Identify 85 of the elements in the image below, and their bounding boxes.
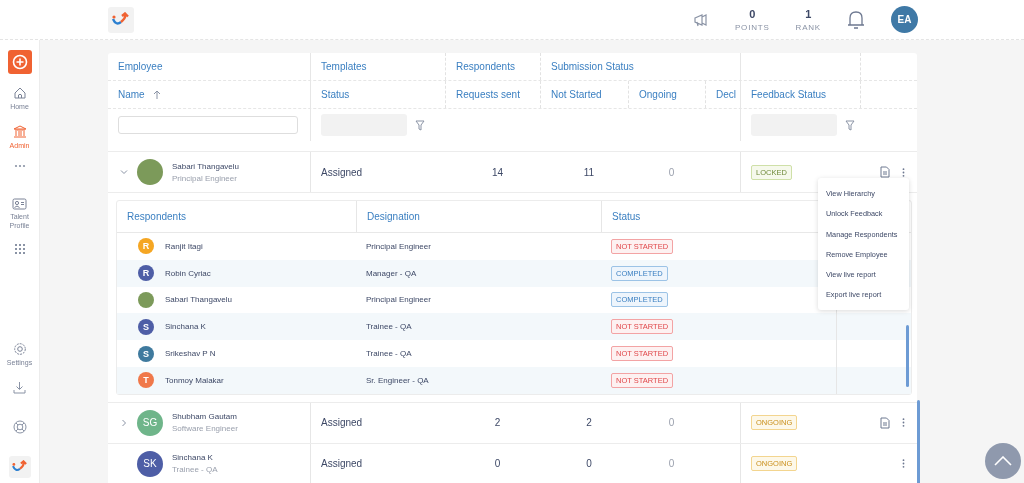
name-filter-field[interactable] [118, 116, 298, 134]
lifebuoy-icon[interactable] [12, 420, 27, 434]
requests-sent-count: 2 [494, 417, 501, 429]
download-icon[interactable] [13, 381, 26, 394]
column-group-header: Templates [310, 53, 445, 80]
respondent-name: Sabari Thangavelu [165, 295, 232, 305]
template-status: Assigned [321, 417, 363, 429]
points-label: POINTS [734, 22, 770, 32]
template-status: Assigned [321, 166, 363, 178]
chevron-up-icon[interactable] [994, 456, 1012, 466]
rank-label: RANK [795, 22, 821, 32]
scroll-to-top-button[interactable] [985, 443, 1021, 479]
not-started-count: 2 [586, 417, 592, 429]
column-header[interactable]: Feedback Status [740, 81, 860, 108]
column-header[interactable]: Ongoing [628, 81, 705, 108]
chevron-icon[interactable] [120, 168, 128, 176]
ongoing-count: 0 [668, 417, 675, 429]
document-icon[interactable] [880, 416, 890, 429]
designation: Trainee - QA [366, 322, 412, 332]
column-header[interactable]: Not Started [540, 81, 628, 108]
filter-icon[interactable] [415, 119, 425, 131]
employee-name[interactable]: Shubham Gautam [172, 412, 238, 422]
employee-name[interactable]: Sabari Thangavelu [172, 161, 239, 171]
column-group-header: Submission Status [540, 53, 740, 80]
more-options-icon[interactable] [902, 418, 905, 428]
respondent-name: Robin Cyriac [165, 268, 211, 278]
designation: Manager - QA [366, 268, 417, 278]
requests-sent-count: 14 [491, 166, 504, 178]
avatar: SK [137, 450, 163, 477]
more-icon[interactable] [13, 164, 26, 168]
designation: Sr. Engineer - QA [366, 375, 429, 385]
sort-ascending-icon[interactable] [152, 89, 161, 100]
user-avatar[interactable]: EA [891, 6, 918, 33]
chevron-icon[interactable] [120, 418, 128, 427]
employee-title: Principal Engineer [172, 173, 238, 183]
employee-title: Software Engineer [172, 424, 238, 434]
avatar: R [138, 238, 154, 255]
column-header[interactable]: Decl [705, 81, 740, 108]
document-icon[interactable] [880, 166, 890, 178]
megaphone-icon[interactable] [692, 11, 709, 28]
bell-icon[interactable] [847, 9, 865, 30]
scrollbar[interactable] [917, 400, 920, 483]
avatar: SG [137, 409, 163, 436]
home-icon[interactable] [12, 86, 27, 100]
avatar: S [138, 318, 154, 335]
avatar-photo-placeholder [137, 159, 163, 185]
not-started-count: 11 [583, 166, 595, 178]
grid-icon[interactable] [14, 244, 25, 254]
profile-card-icon[interactable] [12, 198, 27, 210]
designation: Principal Engineer [366, 241, 431, 251]
template-status: Assigned [321, 458, 363, 470]
scrollbar[interactable] [906, 325, 909, 387]
column-header[interactable]: Requests sent [445, 81, 540, 108]
more-options-icon[interactable] [902, 167, 905, 177]
avatar-photo-placeholder [138, 292, 154, 308]
column-header[interactable]: Name [108, 81, 310, 108]
designation: Trainee - QA [366, 349, 412, 359]
avatar: S [138, 345, 154, 362]
points-value: 0 [749, 7, 756, 20]
bank-icon[interactable] [12, 125, 27, 139]
respondent-name: Ranjit Itagi [165, 241, 203, 251]
column-group-header: Respondents [445, 53, 540, 80]
column-header: Respondents [126, 210, 187, 224]
add-button[interactable] [7, 50, 32, 74]
respondent-name: Tonmoy Malakar [165, 375, 224, 385]
not-started-count: 0 [586, 458, 592, 470]
respondent-name: Srikeshav P N [165, 349, 216, 359]
column-header[interactable]: Status [310, 81, 445, 108]
settings-icon[interactable] [12, 342, 27, 356]
avatar: T [138, 372, 154, 389]
filter-icon[interactable] [845, 119, 855, 131]
respondent-name: Sinchana K [165, 322, 206, 332]
app-logo[interactable] [108, 6, 134, 33]
ongoing-count: 0 [668, 166, 675, 178]
employee-name[interactable]: Sinchana K [172, 453, 218, 463]
requests-sent-count: 0 [494, 458, 501, 470]
column-header: Designation [356, 201, 601, 232]
rank-value: 1 [805, 7, 812, 20]
employee-title: Trainee - QA [172, 465, 218, 475]
avatar: R [138, 265, 154, 282]
ongoing-count: 0 [668, 458, 675, 470]
app-logo[interactable] [8, 456, 31, 478]
designation: Principal Engineer [366, 295, 431, 305]
column-group-header: Employee [117, 60, 164, 74]
more-options-icon[interactable] [902, 459, 905, 469]
